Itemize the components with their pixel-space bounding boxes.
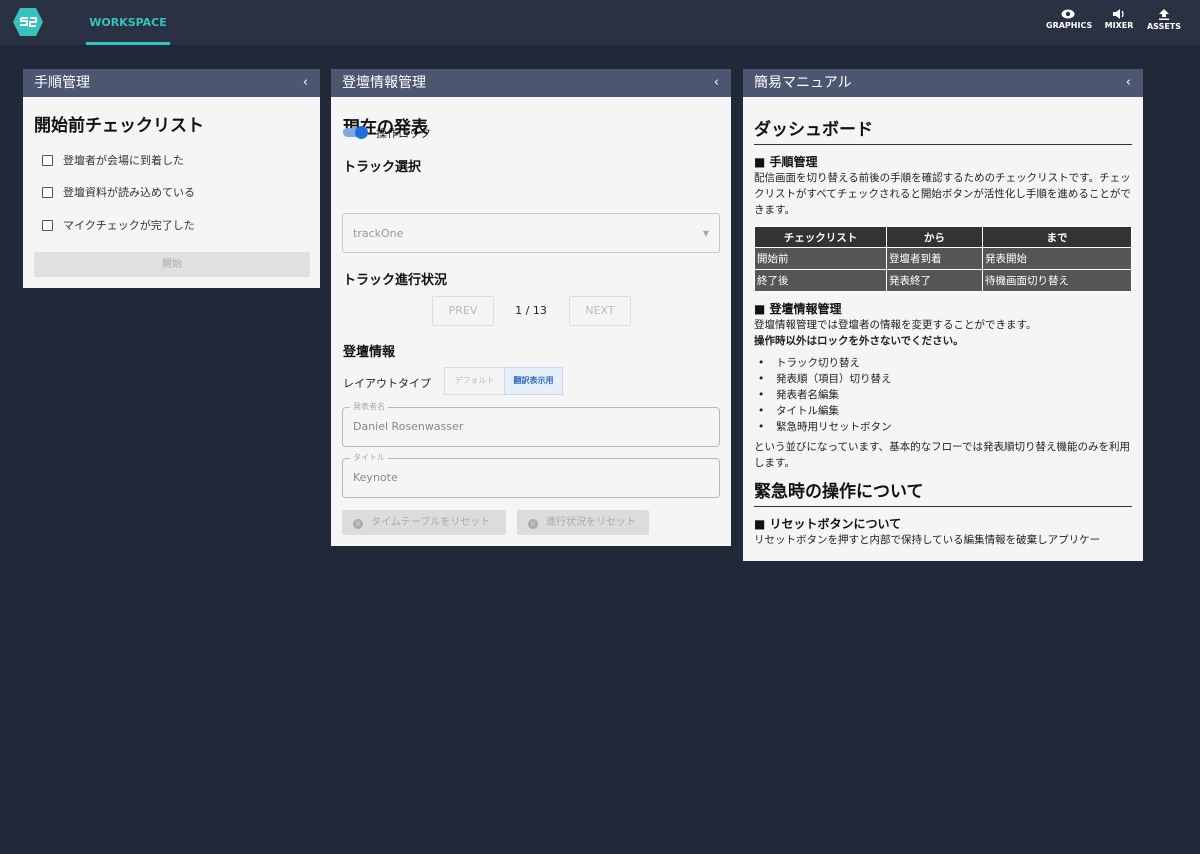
speaker-info-heading: 登壇情報 (343, 345, 396, 360)
section-heading: ■ リセットボタンについて (754, 517, 902, 531)
mixer-label: MIXER (1104, 21, 1134, 30)
checkbox[interactable] (42, 154, 53, 166)
checklist-item-label: 登壇者が会場に到着した (63, 154, 184, 167)
track-select-heading: トラック選択 (343, 160, 422, 175)
presenter-name-field[interactable]: 発表者名 Daniel Rosenwasser (342, 401, 720, 447)
app-logo-icon (12, 6, 44, 38)
section-text: 登壇情報管理では登壇者の情報を変更することができます。 (754, 319, 1037, 331)
close-circle-icon: × (353, 519, 363, 529)
section-heading: ■ 登壇情報管理 (754, 302, 842, 316)
table-header-cell: まで (982, 226, 1132, 248)
graphics-button[interactable]: GRAPHICS (1046, 9, 1093, 30)
graphics-label: GRAPHICS (1046, 21, 1093, 30)
reset-timetable-button[interactable]: × タイムテーブルをリセット (342, 510, 506, 535)
reset-progress-button[interactable]: × 進行状況をリセット (517, 510, 649, 535)
layout-option-translation[interactable]: 翻訳表示用 (504, 367, 563, 395)
manual-panel: 簡易マニュアル ‹ ダッシュボード ■ 手順管理 配信画面を切り替える前後の手順… (743, 69, 1143, 561)
mixer-button[interactable]: MIXER (1104, 9, 1134, 30)
lock-label: 操作ロック (376, 127, 431, 140)
table-row: 終了後 発表終了 待機画面切り替え (754, 269, 1132, 292)
table-header-cell: から (886, 226, 983, 248)
procedure-panel: 手順管理 ‹ 開始前チェックリスト 登壇者が会場に到着した 登壇資料が読み込めて… (23, 69, 320, 288)
table-cell: 登壇者到着 (886, 247, 983, 270)
checkbox[interactable] (42, 186, 53, 198)
title-field-value: Keynote (353, 471, 398, 484)
reset-timetable-label: タイムテーブルをリセット (371, 517, 491, 528)
collapse-chevron-icon[interactable]: ‹ (1126, 69, 1131, 97)
emergency-heading: 緊急時の操作について (754, 477, 1132, 507)
checkbox[interactable] (42, 219, 53, 231)
assets-button[interactable]: ASSETS (1146, 9, 1182, 31)
title-field-label: タイトル (350, 452, 388, 464)
table-row: 開始前 登壇者到着 発表開始 (754, 247, 1132, 270)
table-cell: 待機画面切り替え (982, 269, 1132, 292)
checklist-item[interactable]: 登壇資料が読み込めている (42, 184, 195, 200)
manual-content[interactable]: ダッシュボード ■ 手順管理 配信画面を切り替える前後の手順を確認するためのチェ… (743, 97, 1143, 561)
track-progress-heading: トラック進行状況 (343, 273, 448, 288)
table-header-row: チェックリスト から まで (754, 226, 1132, 248)
warning-text: 操作時以外はロックを外さないでください。 (754, 335, 964, 347)
presenter-name-label: 発表者名 (350, 401, 388, 413)
speaker-panel-header: 登壇情報管理 ‹ (331, 69, 731, 97)
start-button[interactable]: 開始 (34, 252, 310, 277)
list-item: タイトル編集 (754, 403, 1132, 419)
manual-panel-header: 簡易マニュアル ‹ (743, 69, 1143, 97)
list-item: 緊急時用リセットボタン (754, 419, 1132, 435)
table-cell: 発表開始 (982, 247, 1132, 270)
list-item: トラック切り替え (754, 355, 1132, 371)
close-circle-icon: × (528, 519, 538, 529)
active-tab-indicator (86, 42, 170, 45)
table-cell: 終了後 (754, 269, 887, 292)
top-bar: WORKSPACE GRAPHICS MIXER ASSETS (0, 0, 1200, 45)
assets-label: ASSETS (1146, 22, 1182, 31)
section-text: 配信画面を切り替える前後の手順を確認するためのチェックリストです。チェックリスト… (754, 172, 1131, 216)
checklist-heading: 開始前チェックリスト (34, 116, 204, 136)
feature-list: トラック切り替え 発表順（項目）切り替え 発表者名編集 タイトル編集 緊急時用リ… (754, 355, 1132, 435)
reset-progress-label: 進行状況をリセット (546, 517, 636, 528)
list-item: 発表者名編集 (754, 387, 1132, 403)
table-cell: 発表終了 (886, 269, 983, 292)
procedure-panel-title: 手順管理 (34, 75, 90, 91)
prev-button[interactable]: PREV (432, 296, 494, 326)
lock-toggle[interactable] (343, 126, 368, 139)
title-field[interactable]: タイトル Keynote (342, 452, 720, 498)
upload-icon (1159, 9, 1169, 20)
speaker-panel-title: 登壇情報管理 (342, 75, 426, 91)
page-indicator: 1 / 13 (515, 304, 547, 317)
collapse-chevron-icon[interactable]: ‹ (714, 69, 719, 97)
eye-icon (1061, 9, 1075, 19)
section-text: リセットボタンを押すと内部で保持している編集情報を破棄しアプリケー (754, 534, 1101, 546)
layout-type-label: レイアウトタイプ (343, 377, 431, 390)
list-item: 発表順（項目）切り替え (754, 371, 1132, 387)
table-cell: 開始前 (754, 247, 887, 270)
checklist-item-label: マイクチェックが完了した (63, 219, 195, 232)
section-text: という並びになっています、基本的なフローでは発表順切り替え機能のみを利用します。 (754, 441, 1131, 469)
toggle-knob (355, 126, 368, 139)
table-header-cell: チェックリスト (754, 226, 887, 248)
manual-panel-title: 簡易マニュアル (754, 75, 852, 91)
dashboard-heading: ダッシュボード (754, 115, 1132, 145)
checklist-item[interactable]: 登壇者が会場に到着した (42, 152, 184, 168)
checklist-item[interactable]: マイクチェックが完了した (42, 217, 195, 233)
chevron-down-icon: ▼ (702, 229, 709, 238)
section-heading: ■ 手順管理 (754, 155, 818, 169)
checklist-table: チェックリスト から まで 開始前 登壇者到着 発表開始 終了後 発表終了 待機… (754, 226, 1132, 292)
track-select-value: trackOne (353, 227, 404, 240)
track-select[interactable]: trackOne ▼ (342, 213, 720, 253)
tab-workspace-label: WORKSPACE (89, 16, 167, 29)
layout-option-default[interactable]: デフォルト (444, 367, 504, 395)
checklist-item-label: 登壇資料が読み込めている (63, 186, 195, 199)
speaker-panel: 登壇情報管理 ‹ 現在の発表 操作ロック トラック選択 trackOne ▼ ト… (331, 69, 731, 546)
next-button[interactable]: NEXT (569, 296, 631, 326)
collapse-chevron-icon[interactable]: ‹ (303, 69, 308, 97)
tab-workspace[interactable]: WORKSPACE (86, 0, 170, 45)
procedure-panel-header: 手順管理 ‹ (23, 69, 320, 97)
presenter-name-value: Daniel Rosenwasser (353, 420, 464, 433)
speaker-icon (1113, 9, 1124, 19)
